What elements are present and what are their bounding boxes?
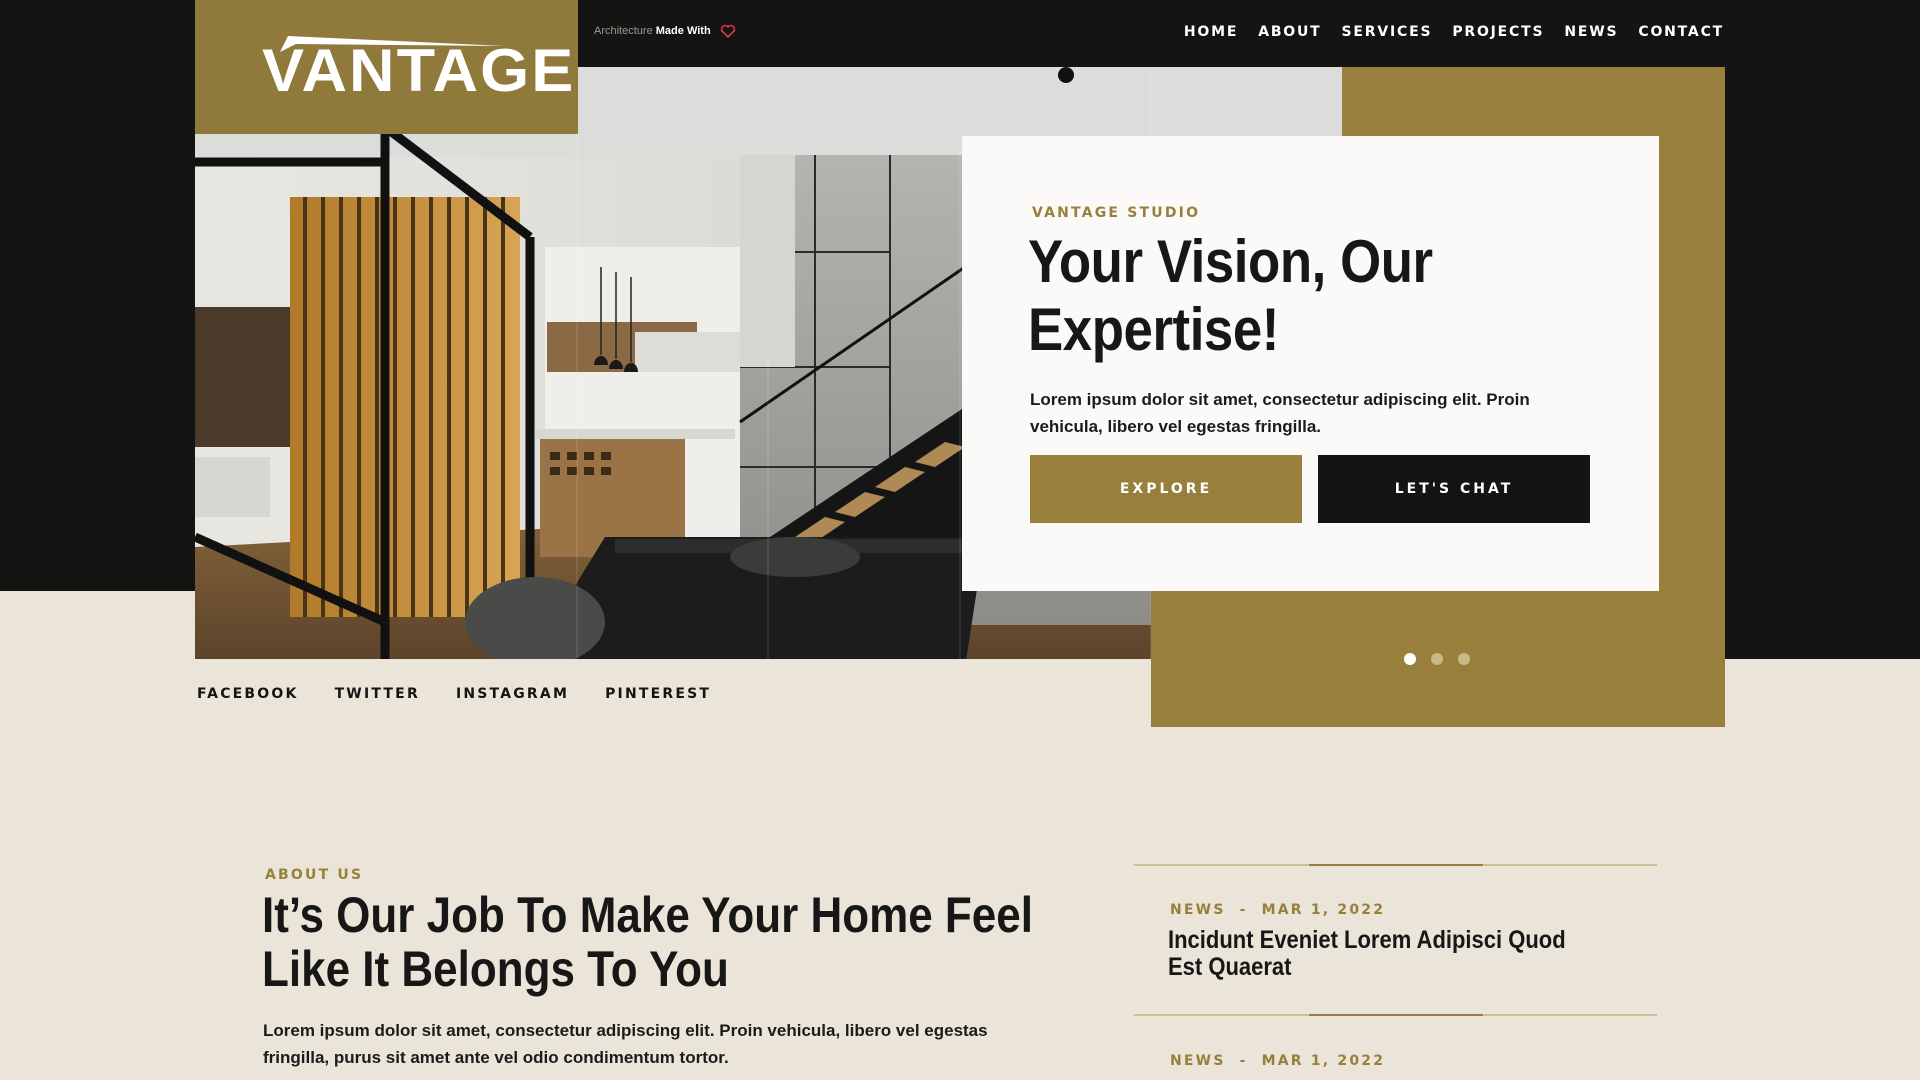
news-title[interactable]: Incidunt Eveniet Lorem Adipisci Quod Est… [1168,927,1573,981]
nav-services[interactable]: SERVICES [1342,24,1433,40]
news-divider [1134,1014,1657,1016]
hero-body: Lorem ipsum dolor sit amet, consectetur … [1030,390,1530,436]
about-body: Lorem ipsum dolor sit amet, consectetur … [263,1021,988,1067]
nav-projects[interactable]: PROJECTS [1452,24,1544,40]
slider-dot-1[interactable] [1404,653,1416,665]
about-title: It’s Our Job To Make Your Home Feel Like… [262,887,1033,997]
nav-about[interactable]: ABOUT [1258,24,1321,40]
news-separator: - [1239,1053,1248,1069]
slider-dots [1404,653,1470,665]
hero-eyebrow: VANTAGE STUDIO [1032,205,1201,221]
main-nav: HOME ABOUT SERVICES PROJECTS NEWS CONTAC… [1184,24,1724,40]
heart-icon [720,24,736,38]
slider-dot-2[interactable] [1431,653,1443,665]
news-category[interactable]: NEWS [1170,1053,1226,1069]
news-separator: - [1239,902,1248,918]
hero-dark-strip [1725,591,1920,659]
tagline: Architecture Made With [594,25,711,37]
social-links: FACEBOOK TWITTER INSTAGRAM PINTEREST [197,686,711,702]
explore-button[interactable]: EXPLORE [1030,455,1302,523]
news-meta: NEWS - MAR 1, 2022 [1170,1053,1385,1069]
about-eyebrow: ABOUT US [265,867,364,883]
hero-title: Your Vision, Our Expertise! [1028,228,1433,363]
nav-contact[interactable]: CONTACT [1638,24,1724,40]
tagline-bold: Made With [655,25,711,37]
nav-home[interactable]: HOME [1184,24,1238,40]
slider-dot-3[interactable] [1458,653,1470,665]
lets-chat-button[interactable]: LET'S CHAT [1318,455,1590,523]
social-facebook[interactable]: FACEBOOK [197,686,299,702]
social-pinterest[interactable]: PINTEREST [605,686,711,702]
news-divider [1134,864,1657,866]
news-meta: NEWS - MAR 1, 2022 [1170,902,1385,918]
news-date: MAR 1, 2022 [1261,1053,1386,1069]
news-date: MAR 1, 2022 [1261,902,1386,918]
tagline-prefix: Architecture [594,25,653,37]
news-category[interactable]: NEWS [1170,902,1226,918]
social-instagram[interactable]: INSTAGRAM [456,686,569,702]
logo-text[interactable]: VANTAGE [262,36,575,106]
nav-news[interactable]: NEWS [1564,24,1618,40]
social-twitter[interactable]: TWITTER [335,686,420,702]
